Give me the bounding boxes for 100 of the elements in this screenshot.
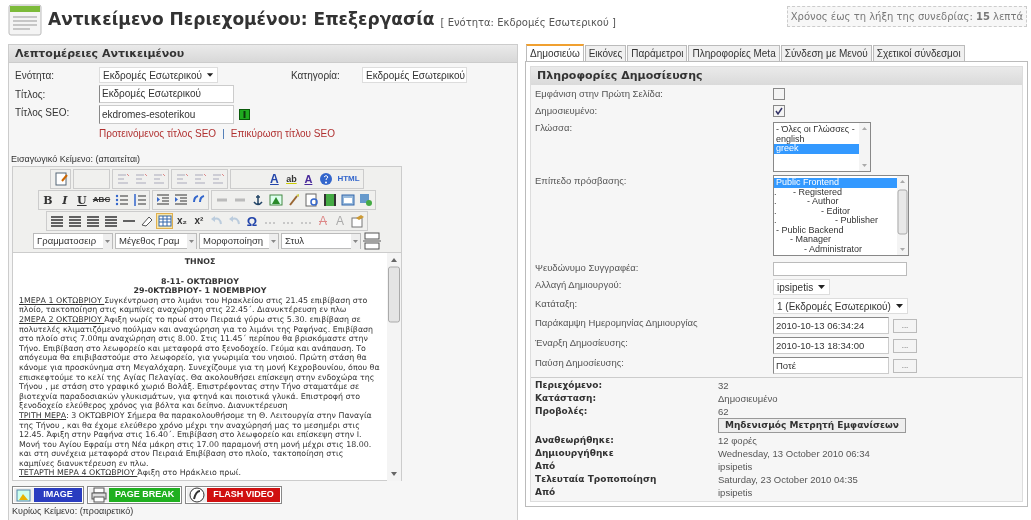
checkbox[interactable]	[773, 105, 785, 117]
list-option[interactable]: english	[774, 134, 859, 144]
scrollbar[interactable]	[859, 123, 870, 171]
list-option[interactable]: - Administrator	[774, 244, 897, 254]
align-icon[interactable]	[103, 214, 118, 228]
list-option[interactable]: - Manager	[774, 235, 897, 245]
font-color-button[interactable]: A	[266, 171, 283, 187]
anchor-icon[interactable]	[250, 193, 265, 207]
flash-icon	[189, 487, 206, 503]
info-label: Από	[535, 461, 557, 472]
insert-image-button[interactable]: IMAGE	[12, 486, 84, 504]
numbered-list-icon[interactable]	[132, 193, 147, 207]
info-value: Saturday, 23 October 2010 04:35	[718, 474, 858, 485]
plugin-icon[interactable]	[358, 193, 373, 207]
list-option[interactable]: - Όλες οι Γλώσσες -	[774, 125, 859, 135]
page-title: Αντικείμενο Περιεχομένου: Επεξεργασία	[48, 8, 435, 32]
checkbox[interactable]	[773, 88, 785, 100]
article-icon	[8, 4, 42, 36]
field-label: Κατάταξη:	[535, 298, 579, 310]
eraser-icon[interactable]	[139, 214, 154, 228]
table-icon[interactable]	[157, 214, 172, 228]
calendar-button[interactable]: ...	[893, 358, 917, 373]
title-input[interactable]: Εκδρομές Εσωτερικού	[99, 85, 234, 103]
date-input[interactable]: 2010-10-13 06:34:24	[773, 317, 889, 334]
field-label: Εισαγωγικό Κείμενο: (απαιτείται)	[11, 154, 142, 165]
tab[interactable]: Πληροφορίες Meta	[688, 45, 780, 61]
suggest-seo-link[interactable]: Προτεινόμενος τίτλος SEO	[99, 126, 217, 141]
info-label: Από	[535, 487, 557, 498]
seo-title-input[interactable]: ekdromes-esoterikou	[99, 105, 234, 124]
style-button[interactable]: A	[300, 171, 317, 187]
author-alias-input[interactable]	[773, 262, 907, 276]
align-icon[interactable]	[49, 214, 64, 228]
info-label: Τελευταία Τροποποίηση	[535, 474, 658, 485]
bulleted-list-icon[interactable]	[114, 193, 129, 207]
language-list[interactable]: - Όλες οι Γλώσσες - english greek	[773, 122, 871, 172]
list-option[interactable]: . - Author	[774, 197, 897, 207]
strikethrough-button[interactable]: ABC	[90, 192, 113, 208]
field-label: Εμφάνιση στην Πρώτη Σελίδα:	[535, 88, 664, 100]
printer-icon	[91, 487, 107, 503]
scrollbar[interactable]	[897, 176, 908, 255]
info-value: 32	[718, 380, 729, 391]
subscript-button[interactable]: x₂	[174, 213, 190, 229]
align-icon[interactable]	[67, 214, 82, 228]
list-option[interactable]: . - Registered	[774, 187, 897, 197]
list-option[interactable]: . - Editor	[774, 206, 897, 216]
list-option[interactable]: . - Publisher	[774, 216, 897, 226]
dropdown[interactable]: ipsipetis	[773, 279, 831, 295]
editor-area[interactable]	[13, 252, 401, 480]
info-label: Προβολές:	[535, 406, 589, 417]
caret-icon	[817, 284, 827, 290]
html-button[interactable]: HTML	[335, 171, 362, 187]
calendar-button[interactable]: ...	[893, 318, 917, 333]
list-option[interactable]: - Public Backend	[774, 225, 897, 235]
category-select[interactable]: Εκδρομές Εσωτερικού	[362, 67, 467, 83]
date-input[interactable]: Ποτέ	[773, 357, 889, 374]
bold-button[interactable]: B	[39, 192, 56, 208]
validate-seo-link[interactable]: Επικύρωση τίτλου SEO	[230, 126, 335, 141]
tab[interactable]: Σχετικοί σύνδεσμοι	[872, 45, 965, 61]
indent-icon[interactable]	[173, 193, 188, 207]
help-icon[interactable]	[318, 172, 333, 186]
tab[interactable]: Παράμετροι	[627, 45, 688, 61]
date-input[interactable]: 2010-10-13 18:34:00	[773, 337, 889, 354]
format-dropdown[interactable]: Στυλ	[281, 233, 361, 249]
calendar-button[interactable]: ...	[893, 338, 917, 353]
field-label: Κυρίως Κείμενο: (προαιρετικό)	[12, 506, 135, 517]
preview-icon[interactable]	[304, 193, 319, 207]
film-icon[interactable]	[322, 193, 337, 207]
field-label: Παράκαμψη Ημερομηνίας Δημιουργίας	[535, 317, 699, 329]
info-label: Κατάσταση:	[535, 393, 598, 404]
field-label: Ενότητα:	[15, 68, 55, 83]
special-character-button[interactable]: Ω	[244, 213, 260, 229]
tab[interactable]: Δημοσιεύω	[526, 44, 584, 61]
caret-icon	[103, 233, 112, 249]
indent-icon[interactable]	[155, 193, 170, 207]
superscript-button[interactable]: x²	[191, 213, 207, 229]
access-level-list[interactable]: Public Frontend . - Registered . - Author . - Editor . - Publisher - Public Backend - Manager - Administrator	[773, 175, 909, 256]
scrollbar[interactable]	[387, 253, 401, 481]
panel-header: Λεπτομέρειες Αντικειμένου	[9, 45, 517, 63]
dropdown[interactable]: 1 (Εκδρομές Εσωτερικού)	[773, 298, 908, 314]
format-dropdown[interactable]: Μορφοποίηση	[199, 233, 279, 249]
tab[interactable]: Σύνδεση με Μενού	[780, 45, 872, 61]
picture-icon[interactable]	[268, 193, 283, 207]
insert-video-button[interactable]: FLASH VIDEO	[185, 486, 282, 504]
reset-hits-button[interactable]: Μηδενισμός Μετρητή Εμφανίσεων	[718, 418, 906, 433]
attributes-icon[interactable]	[350, 214, 365, 228]
panel-header: Πληροφορίες Δημοσίευσης	[531, 67, 1022, 85]
info-label: Δημιουργήθηκε	[535, 448, 615, 459]
highlight-button[interactable]: ab	[283, 171, 300, 187]
italic-button[interactable]: I	[56, 192, 73, 208]
info-value: 12 φορές	[718, 435, 757, 446]
underline-button[interactable]: U	[73, 192, 90, 208]
page-subtitle: [ Ενότητα: Εκδρομές Εσωτερικού ]	[440, 16, 616, 30]
section-select[interactable]: Εκδρομές Εσωτερικού	[99, 67, 218, 83]
format-dropdown[interactable]: Μέγεθος Γραμ	[115, 233, 197, 249]
align-icon[interactable]	[85, 214, 100, 228]
brush-icon[interactable]	[286, 193, 301, 207]
info-value: ipsipetis	[718, 487, 753, 498]
field-label: Παύση Δημοσίευσης:	[535, 357, 625, 369]
tab[interactable]: Εικόνες	[584, 45, 627, 61]
format-dropdown[interactable]: Γραμματοσειρ	[33, 233, 113, 249]
